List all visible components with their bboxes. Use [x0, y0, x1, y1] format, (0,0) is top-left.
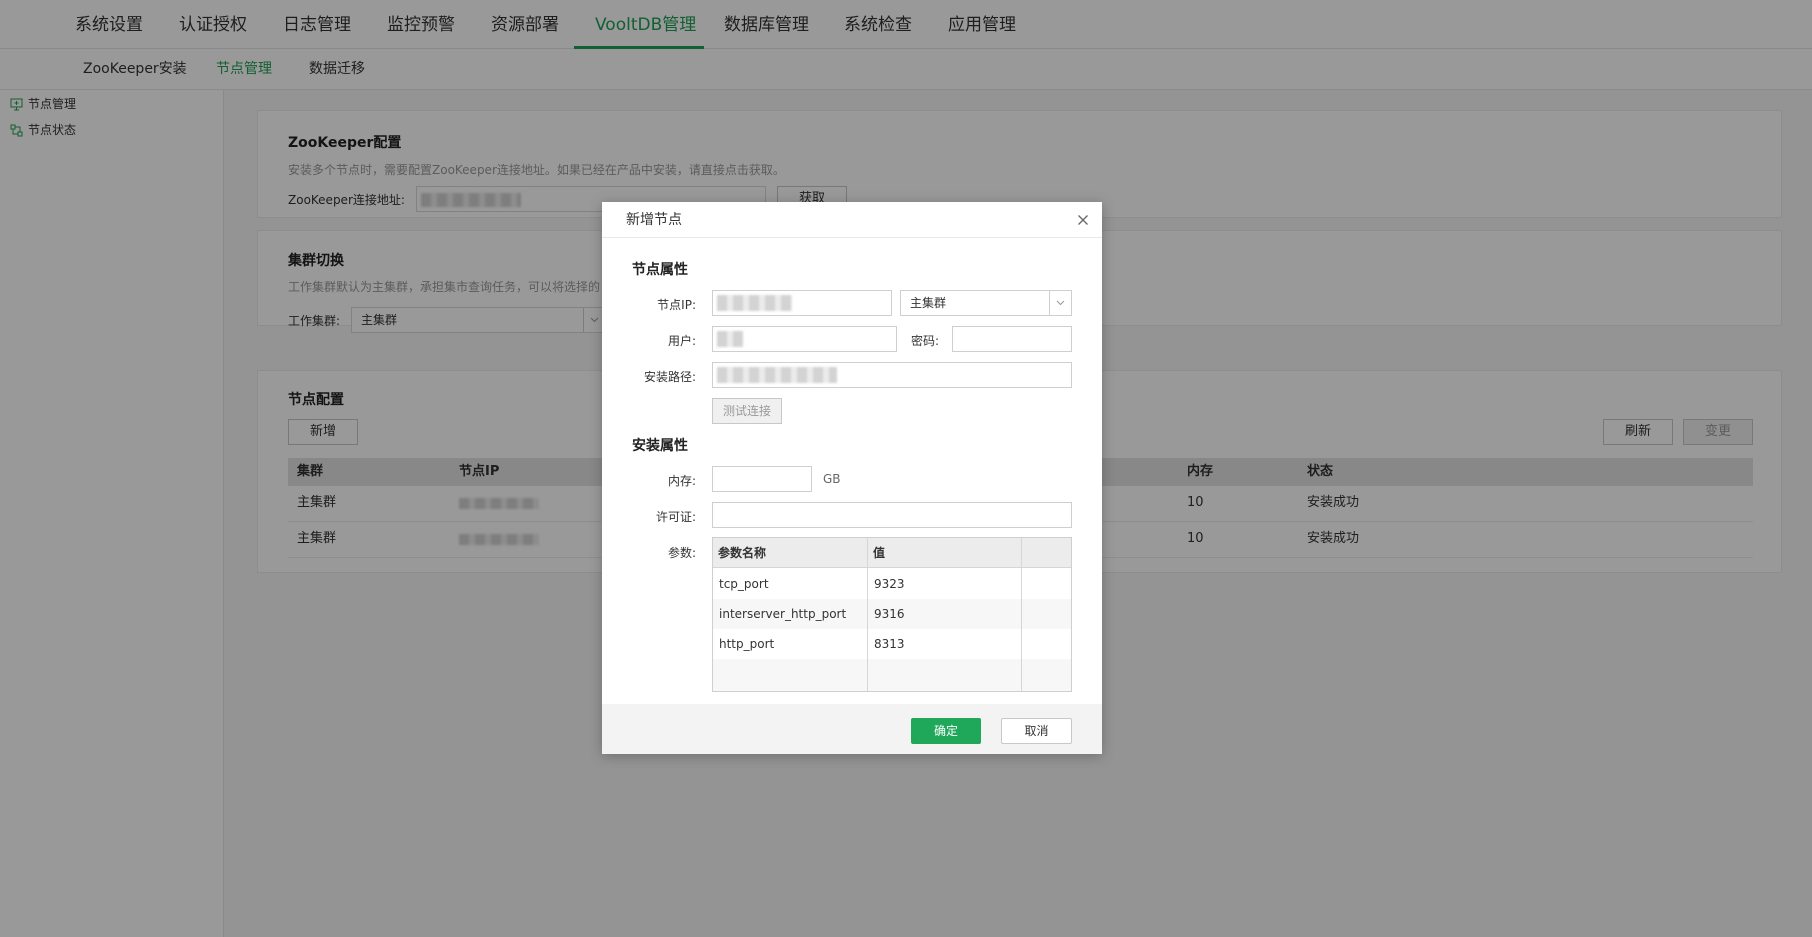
close-icon[interactable] [1074, 211, 1092, 229]
table-row[interactable]: interserver_http_port 9316 [713, 599, 1071, 629]
cancel-button[interactable]: 取消 [1001, 718, 1072, 744]
section-node-properties: 节点属性 [632, 262, 688, 278]
column-header-param-name: 参数名称 [718, 546, 767, 560]
table-row[interactable]: http_port 8313 [713, 629, 1071, 659]
user-label: 用户: [667, 334, 696, 348]
dialog-title: 新增节点 [626, 212, 682, 228]
section-install-properties: 安装属性 [632, 438, 688, 454]
param-name: tcp_port [719, 577, 769, 591]
params-label: 参数: [667, 546, 696, 560]
dialog-footer: 确定 取消 [602, 704, 1102, 754]
dialog-header: 新增节点 [602, 202, 1102, 238]
license-input[interactable] [712, 502, 1072, 528]
test-connection-button[interactable]: 测试连接 [712, 398, 782, 424]
param-value[interactable]: 9316 [874, 599, 905, 629]
password-label: 密码: [911, 334, 940, 348]
memory-unit: GB [823, 472, 841, 486]
memory-input[interactable] [712, 466, 812, 492]
param-value[interactable]: 9323 [874, 569, 905, 599]
redacted-value [717, 331, 743, 347]
column-divider [867, 538, 868, 691]
table-row-empty [713, 659, 1071, 691]
license-label: 许可证: [655, 510, 696, 524]
param-value[interactable]: 8313 [874, 629, 905, 659]
memory-label: 内存: [667, 474, 696, 488]
cluster-select-value: 主集群 [910, 296, 947, 310]
column-header-param-value: 值 [873, 546, 886, 560]
install-path-label: 安装路径: [643, 370, 696, 384]
column-divider [1021, 538, 1022, 691]
confirm-button[interactable]: 确定 [911, 718, 981, 744]
params-table-header: 参数名称 值 [713, 538, 1071, 568]
cluster-select[interactable]: 主集群 [900, 290, 1072, 316]
password-input[interactable] [952, 326, 1072, 352]
user-input[interactable] [712, 326, 897, 352]
redacted-value [717, 367, 837, 383]
params-table: 参数名称 值 tcp_port 9323 interserver_http_po… [712, 537, 1072, 692]
install-path-input[interactable] [712, 362, 1072, 388]
param-name: http_port [719, 637, 775, 651]
add-node-dialog: 新增节点 节点属性 节点IP: 主集群 用户: 密码: 安装路径: 测试连接 安… [602, 202, 1102, 754]
node-ip-label: 节点IP: [657, 298, 696, 312]
redacted-value [717, 295, 792, 311]
param-name: interserver_http_port [719, 607, 847, 621]
node-ip-input[interactable] [712, 290, 892, 316]
table-row[interactable]: tcp_port 9323 [713, 569, 1071, 599]
chevron-down-icon [1049, 291, 1071, 315]
